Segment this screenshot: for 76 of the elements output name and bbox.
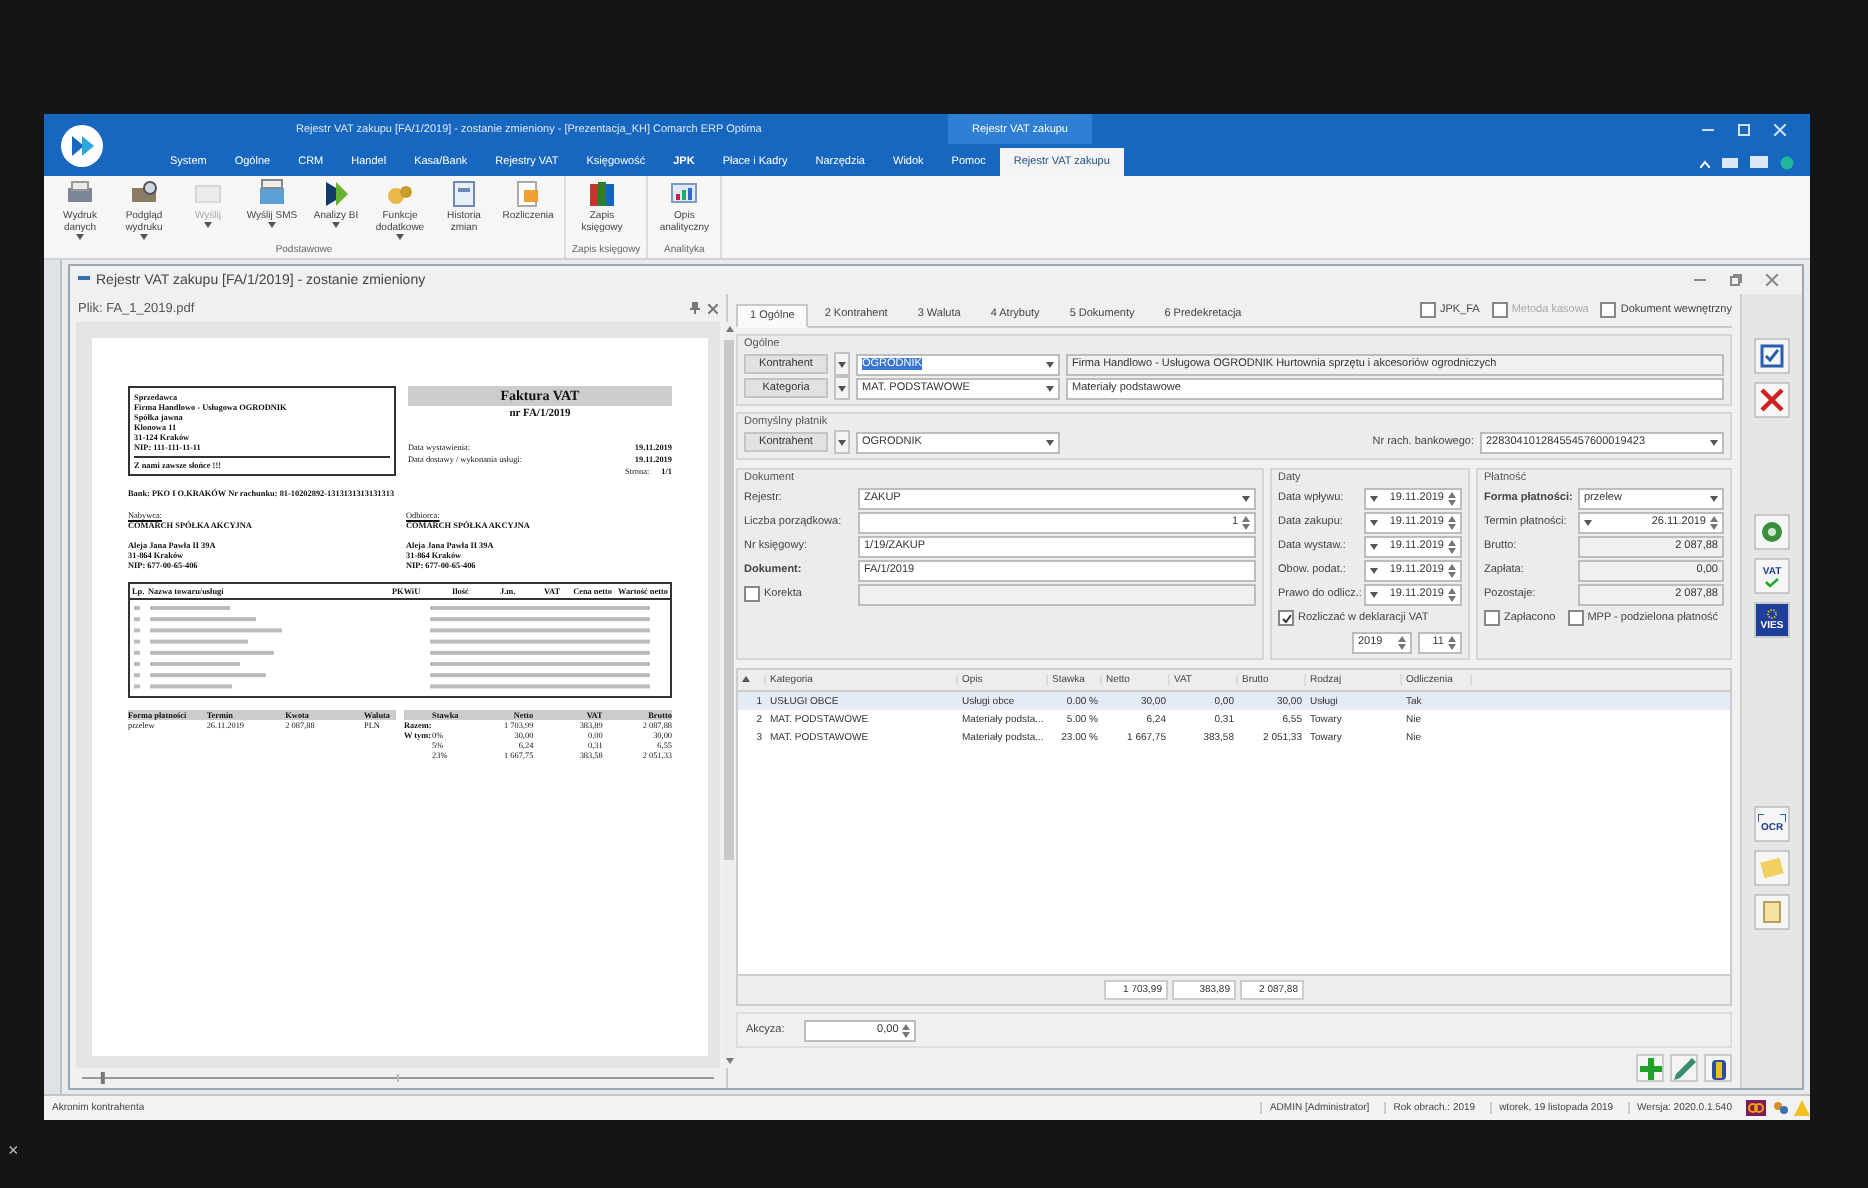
checkbox[interactable]	[1600, 302, 1617, 318]
save-button[interactable]	[1754, 338, 1790, 374]
spinner-icon	[1448, 635, 1456, 649]
caret-icon	[838, 439, 846, 445]
users-icon[interactable]	[1772, 1100, 1788, 1116]
minimize-icon[interactable]	[1694, 274, 1706, 286]
close-button[interactable]: ×	[8, 1140, 19, 1160]
spinner-icon	[1448, 587, 1456, 601]
slider-thumb[interactable]	[100, 1072, 105, 1084]
input-field[interactable]	[858, 583, 1256, 605]
minimize-icon[interactable]	[1702, 123, 1714, 135]
sticky-note-icon	[1760, 855, 1784, 879]
bin-icon	[1707, 1057, 1729, 1079]
dropdown-button[interactable]	[834, 430, 850, 454]
app-badge-icon[interactable]	[1746, 1100, 1766, 1116]
caret-icon	[1370, 567, 1378, 573]
spinner-icon	[1710, 515, 1718, 529]
caret-icon	[1370, 495, 1378, 501]
caret-icon	[1710, 439, 1718, 445]
tool-button[interactable]	[1754, 893, 1790, 929]
pin-icon[interactable]	[690, 302, 700, 314]
spinner-icon	[1448, 539, 1456, 553]
sort-ascending-icon[interactable]	[742, 676, 750, 682]
delete-button[interactable]	[1704, 1054, 1732, 1082]
vertical-scrollbar[interactable]	[724, 322, 734, 1068]
chevron-up-icon[interactable]	[1700, 159, 1710, 167]
restore-icon[interactable]	[1730, 274, 1742, 286]
checkbox[interactable]	[1567, 610, 1584, 626]
maximize-icon[interactable]	[1738, 123, 1750, 135]
checkbox[interactable]	[1484, 610, 1500, 626]
close-icon[interactable]	[708, 303, 718, 313]
caret-icon	[1046, 385, 1054, 391]
caret-icon	[1710, 495, 1718, 501]
edit-button[interactable]	[1670, 1054, 1698, 1082]
save-icon	[1760, 344, 1784, 368]
caret-icon	[1046, 439, 1054, 445]
document-icon	[1760, 899, 1784, 923]
add-button[interactable]	[1636, 1054, 1664, 1082]
spinner-icon	[1448, 491, 1456, 505]
chevron-icon	[320, 178, 352, 210]
caret-icon	[838, 361, 846, 367]
window-icon	[78, 276, 90, 284]
caret-icon	[1370, 519, 1378, 525]
caret-icon	[1370, 591, 1378, 597]
caret-icon	[1584, 519, 1592, 525]
checkbox[interactable]	[1419, 302, 1436, 318]
checkbox[interactable]	[1278, 610, 1294, 626]
plus-icon	[1639, 1057, 1661, 1079]
caret-icon	[1242, 495, 1250, 501]
cancel-button[interactable]	[1754, 382, 1790, 418]
caret-down-icon[interactable]	[725, 1058, 733, 1064]
scan-frame-icon	[1758, 813, 1786, 821]
zoom-slider[interactable]	[82, 1072, 714, 1084]
cross-icon	[1760, 388, 1784, 412]
spinner-icon	[1242, 515, 1250, 529]
dropdown-button[interactable]	[834, 376, 850, 400]
caret-up-icon[interactable]	[725, 326, 733, 332]
caret-icon	[1046, 361, 1054, 367]
app-logo-icon	[60, 123, 104, 167]
caret-icon	[838, 385, 846, 391]
spinner-icon	[1398, 635, 1406, 649]
document-icon	[448, 178, 480, 210]
check-icon	[1281, 613, 1291, 623]
dropdown-button[interactable]	[834, 352, 850, 376]
caret-icon	[1370, 543, 1378, 549]
binders-icon	[586, 178, 618, 210]
tool-button[interactable]	[1754, 514, 1790, 550]
help-icon[interactable]	[1780, 156, 1794, 170]
checkbox[interactable]	[744, 586, 760, 602]
spinner-icon	[1448, 563, 1456, 577]
close-icon[interactable]	[1766, 274, 1778, 286]
check-icon	[1764, 577, 1780, 587]
pencil-icon	[1673, 1057, 1695, 1079]
spinner-icon	[902, 1023, 911, 1037]
money-icon	[1760, 520, 1784, 544]
spinner-icon	[1448, 515, 1456, 529]
